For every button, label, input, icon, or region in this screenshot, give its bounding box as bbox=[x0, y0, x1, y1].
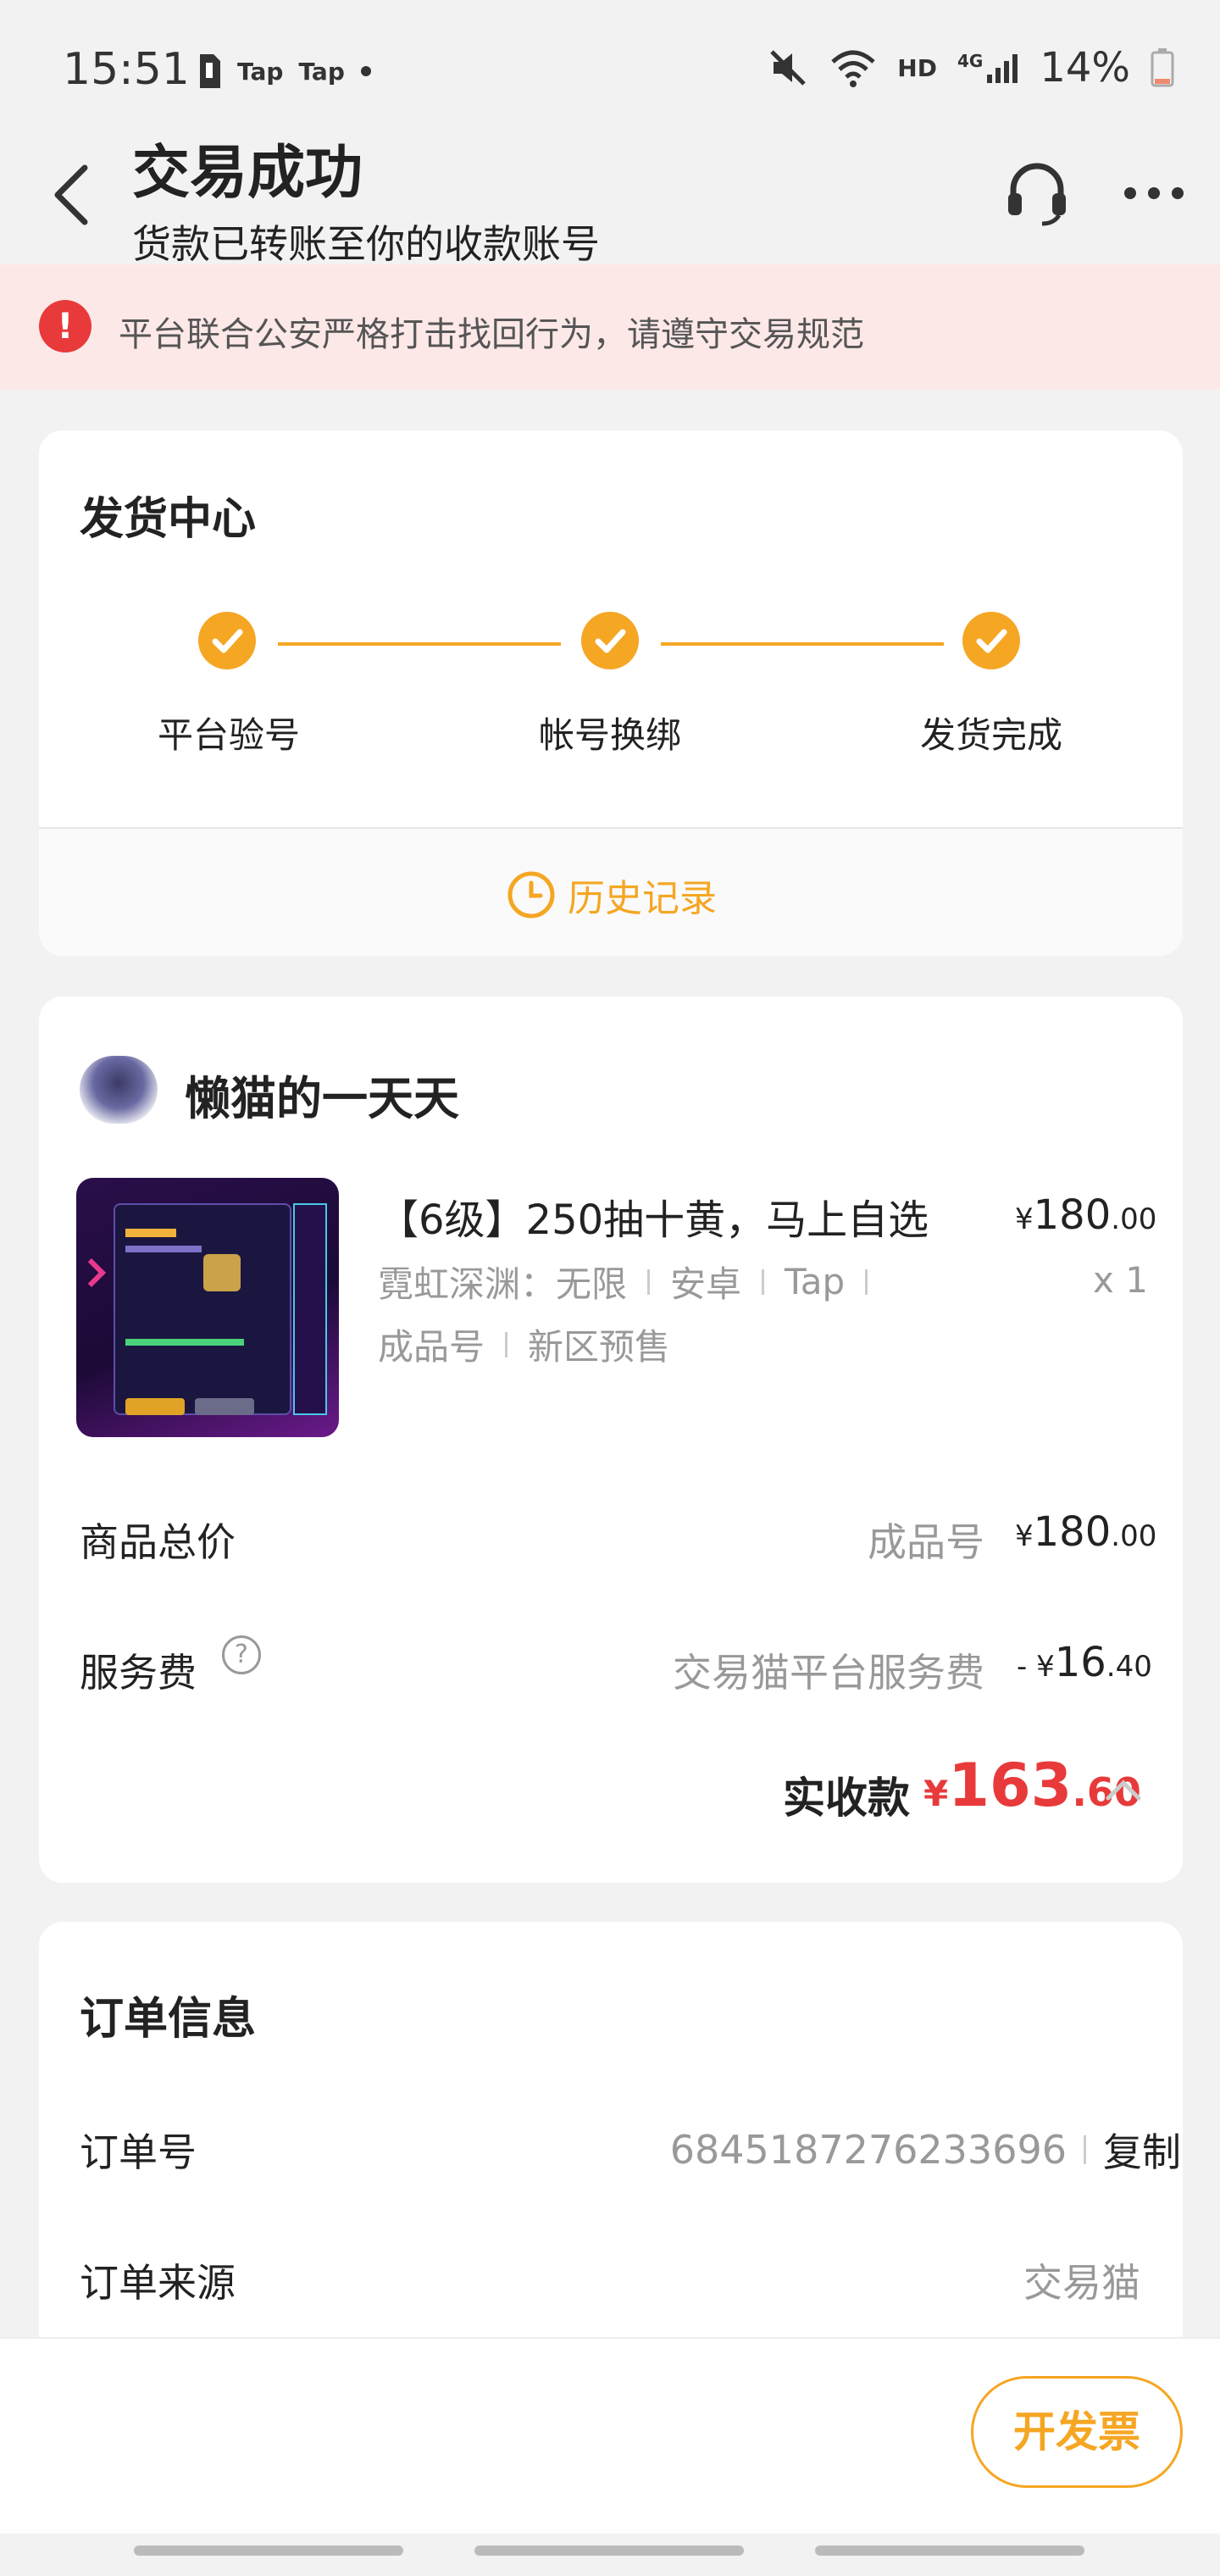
step-check-icon-3 bbox=[962, 612, 1020, 669]
received-int: 163 bbox=[948, 1751, 1073, 1820]
battery-percent: 14% bbox=[1040, 44, 1130, 92]
step-label-2: 帐号换绑 bbox=[538, 714, 681, 756]
step-check-icon-2 bbox=[581, 612, 639, 669]
status-time: 15:51 bbox=[63, 44, 190, 95]
step-label-3: 发货完成 bbox=[919, 714, 1062, 756]
step-label-1: 平台验号 bbox=[157, 714, 300, 756]
network-type-label: 4G bbox=[957, 51, 984, 71]
page-title: 交易成功 bbox=[132, 140, 363, 207]
item-title[interactable]: 【6级】250抽十黄，马上自选 bbox=[378, 1186, 929, 1246]
clock-icon bbox=[507, 871, 555, 919]
warning-exclamation-icon: ! bbox=[39, 300, 92, 353]
order-source-label: 订单来源 bbox=[80, 2260, 236, 2306]
dot-icon bbox=[360, 66, 371, 76]
copy-order-number-button[interactable]: 复制 bbox=[1103, 2122, 1181, 2178]
tag-divider bbox=[647, 1269, 651, 1295]
taptap-icon-2: Tap bbox=[298, 57, 345, 86]
item-tags-line1: 霓虹深渊：无限 安卓 Tap bbox=[378, 1256, 868, 1307]
status-right: HD 4G 14% bbox=[767, 44, 1174, 92]
warning-text: 平台联合公安严格打击找回行为，请遵守交易规范 bbox=[119, 315, 864, 354]
order-source-value: 交易猫 bbox=[1023, 2260, 1140, 2306]
page: 15:51 Tap Tap HD 4G 14% 交易成功 货款已转账至你的收款账… bbox=[0, 0, 1220, 2576]
taptap-icon: Tap bbox=[237, 57, 284, 86]
tag-game: 霓虹深渊：无限 bbox=[378, 1263, 628, 1305]
item-price: ¥180.00 bbox=[1015, 1191, 1156, 1239]
page-subtitle: 货款已转账至你的收款账号 bbox=[132, 221, 600, 267]
signal-icon: 4G bbox=[957, 51, 1019, 85]
step-check-icon-1 bbox=[198, 612, 256, 669]
total-price-dec: .00 bbox=[1111, 1519, 1157, 1553]
step-connector-2 bbox=[661, 642, 944, 646]
tag-region: 新区预售 bbox=[528, 1326, 671, 1368]
order-number-value: 6845187276233696 bbox=[669, 2127, 1067, 2173]
service-fee-help-icon[interactable]: ? bbox=[222, 1635, 261, 1674]
total-price-desc: 成品号 bbox=[868, 1519, 984, 1565]
tag-divider bbox=[505, 1331, 508, 1357]
delivery-center-title: 发货中心 bbox=[80, 494, 257, 545]
history-button[interactable]: 历史记录 bbox=[507, 868, 717, 922]
total-price-label: 商品总价 bbox=[80, 1519, 236, 1565]
nav-hint-center[interactable] bbox=[474, 2545, 744, 2556]
wifi-icon bbox=[831, 50, 875, 87]
mute-icon bbox=[770, 50, 807, 86]
total-price-symbol: ¥ bbox=[1015, 1519, 1034, 1553]
order-number-divider bbox=[1084, 2135, 1086, 2164]
service-fee-value: - ¥16.40 bbox=[1017, 1639, 1152, 1686]
status-bar: 15:51 Tap Tap HD 4G 14% bbox=[0, 0, 1220, 144]
item-price-dec: .00 bbox=[1111, 1202, 1157, 1236]
seller-name[interactable]: 懒猫的一天天 bbox=[185, 1061, 459, 1128]
tag-channel: Tap bbox=[785, 1261, 846, 1302]
service-fee-int: 16 bbox=[1054, 1639, 1106, 1686]
service-fee-dec: .40 bbox=[1106, 1650, 1152, 1684]
service-fee-label: 服务费 bbox=[80, 1650, 197, 1696]
sim-card-icon bbox=[200, 54, 220, 88]
tag-platform: 安卓 bbox=[670, 1263, 742, 1305]
history-label: 历史记录 bbox=[568, 877, 717, 920]
item-tags-line2: 成品号 新区预售 bbox=[378, 1319, 670, 1370]
issue-invoice-button[interactable]: 开发票 bbox=[971, 2376, 1183, 2488]
status-left-icons: Tap Tap bbox=[197, 53, 372, 90]
received-symbol: ¥ bbox=[923, 1773, 949, 1814]
service-fee-desc: 交易猫平台服务费 bbox=[673, 1650, 984, 1696]
tag-type: 成品号 bbox=[378, 1326, 485, 1368]
back-arrow-icon[interactable] bbox=[47, 161, 95, 229]
seller-avatar[interactable] bbox=[80, 1056, 158, 1124]
battery-icon bbox=[1151, 48, 1174, 87]
order-number-label: 订单号 bbox=[80, 2129, 197, 2175]
item-quantity: x 1 bbox=[1093, 1259, 1148, 1301]
nav-hint-right[interactable] bbox=[815, 2545, 1084, 2556]
step-connector-1 bbox=[278, 642, 561, 646]
product-thumbnail[interactable] bbox=[76, 1178, 339, 1437]
hd-label: HD bbox=[897, 53, 937, 82]
service-fee-prefix: - ¥ bbox=[1017, 1650, 1055, 1684]
more-icon[interactable] bbox=[1120, 159, 1188, 227]
total-price-value: ¥180.00 bbox=[1015, 1508, 1156, 1556]
tag-divider bbox=[762, 1269, 765, 1295]
order-number-row: 6845187276233696 复制 bbox=[670, 2122, 1181, 2178]
customer-service-headset-icon[interactable] bbox=[1003, 159, 1071, 227]
tag-divider bbox=[865, 1269, 868, 1295]
nav-hint-left[interactable] bbox=[134, 2545, 403, 2556]
total-price-int: 180 bbox=[1033, 1508, 1112, 1556]
item-price-symbol: ¥ bbox=[1015, 1202, 1034, 1236]
chevron-up-icon[interactable] bbox=[1105, 1778, 1142, 1803]
received-label: 实收款 bbox=[783, 1774, 910, 1823]
item-price-int: 180 bbox=[1033, 1191, 1112, 1239]
order-info-title: 订单信息 bbox=[80, 1994, 257, 2045]
